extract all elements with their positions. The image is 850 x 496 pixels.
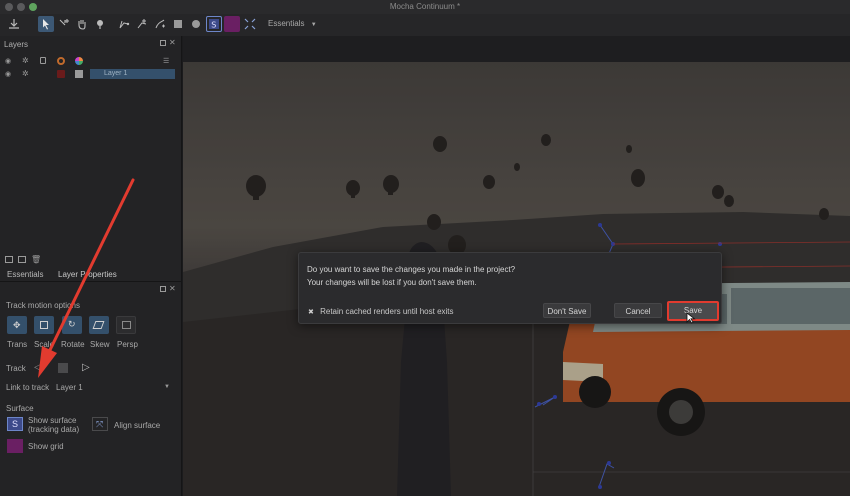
add-xspline-icon[interactable]: [134, 16, 150, 32]
workspace-select[interactable]: Essentials ▼: [268, 19, 317, 28]
align-surface-label: Align surface: [114, 421, 161, 430]
fit-view-icon[interactable]: [242, 16, 258, 32]
matte-icon[interactable]: [57, 57, 65, 65]
select-tool-icon[interactable]: [38, 16, 54, 32]
duplicate-icon[interactable]: [18, 256, 26, 263]
close-icon[interactable]: ✕: [169, 284, 176, 293]
eye-icon[interactable]: ◉: [5, 57, 13, 65]
panel-float-icon[interactable]: [160, 286, 166, 292]
surface-icon: S: [12, 419, 19, 429]
toolbar: S Essentials ▼: [0, 14, 850, 36]
rotate-icon: ↻: [68, 319, 76, 329]
gear-icon[interactable]: ✲: [22, 56, 30, 65]
link-track-select[interactable]: Layer 1 ▼: [54, 381, 172, 393]
create-bezier-icon[interactable]: [152, 16, 168, 32]
persp-icon: [122, 321, 131, 329]
show-grid-toggle[interactable]: [7, 439, 23, 453]
rotate-label: Rotate: [61, 340, 85, 349]
dialog-submessage: Your changes will be lost if you don't s…: [307, 278, 477, 287]
show-grid-label: Show grid: [28, 442, 64, 451]
tab-layer-properties[interactable]: Layer Properties: [58, 270, 117, 279]
show-surface-toggle[interactable]: S: [7, 417, 23, 431]
rectangle-tool-icon[interactable]: [170, 16, 186, 32]
layers-panel-header: Layers ✕: [0, 38, 182, 50]
create-xspline-icon[interactable]: [116, 16, 132, 32]
new-folder-icon[interactable]: [5, 256, 13, 263]
scale-toggle[interactable]: [34, 316, 54, 334]
track-forward-icon[interactable]: ▷: [82, 362, 90, 373]
chevron-down-icon: ▼: [164, 384, 170, 390]
panel-float-icon[interactable]: [160, 40, 166, 46]
rotate-toggle[interactable]: ↻: [62, 316, 82, 334]
surface-toggle-icon[interactable]: S: [206, 16, 222, 32]
link-track-value: Layer 1: [56, 383, 83, 392]
trash-icon[interactable]: 🗑: [31, 255, 41, 264]
persp-toggle[interactable]: [116, 316, 136, 334]
tab-essentials[interactable]: Essentials: [7, 270, 43, 279]
layer-row-1[interactable]: ◉ ✲ Layer 1: [0, 69, 182, 79]
layers-panel-title: Layers: [4, 40, 29, 49]
color-swatch[interactable]: [75, 70, 83, 78]
left-panel: Layers ✕ ◉ ✲ ☰ ◉ ✲ Layer 1 🗑 Essentials …: [0, 36, 182, 496]
properties-tabs: Essentials Layer Properties: [0, 268, 182, 282]
gear-icon[interactable]: ✲: [22, 69, 30, 78]
checkbox-x-icon: ✖: [308, 309, 314, 316]
layers-header-row: ◉ ✲ ☰: [0, 56, 182, 66]
zoom-tool-icon[interactable]: [92, 16, 108, 32]
save-changes-dialog: Do you want to save the changes you made…: [298, 252, 722, 324]
mouse-cursor-icon: [686, 312, 696, 324]
layer-name[interactable]: Layer 1: [90, 69, 175, 79]
title-bar: Mocha Continuum *: [0, 0, 850, 14]
trans-label: Trans: [7, 340, 28, 349]
matte-swatch[interactable]: [57, 70, 65, 78]
add-point-tool-icon[interactable]: [56, 16, 72, 32]
retain-cache-checkbox[interactable]: ✖ Retain cached renders until host exits: [308, 307, 454, 316]
eye-icon[interactable]: ◉: [5, 70, 13, 78]
track-backward-icon[interactable]: ◁: [34, 362, 42, 373]
app-window: Mocha Continuum * S Essentials ▼ Layers …: [0, 0, 850, 496]
link-to-track-label: Link to track: [6, 383, 50, 392]
skew-label: Skew: [90, 340, 110, 349]
persp-label: Persp: [117, 340, 138, 349]
color-icon[interactable]: [75, 57, 83, 65]
window-title: Mocha Continuum *: [389, 2, 461, 11]
dont-save-button[interactable]: Don't Save: [543, 303, 591, 318]
skew-icon: [92, 321, 105, 329]
show-surface-label: Show surface: [28, 416, 77, 425]
cancel-button[interactable]: Cancel: [614, 303, 662, 318]
align-surface-button[interactable]: ⤧: [92, 417, 108, 431]
scale-label: Scale: [34, 340, 55, 349]
retain-cache-label: Retain cached renders until host exits: [320, 307, 454, 316]
skew-toggle[interactable]: [89, 316, 109, 334]
export-icon[interactable]: [6, 16, 22, 32]
grid-toggle-icon[interactable]: [224, 16, 240, 32]
scale-icon: [40, 321, 48, 329]
show-surface-sublabel: (tracking data): [28, 425, 80, 434]
track-motion-heading: Track motion options: [6, 301, 80, 310]
hand-tool-icon[interactable]: [74, 16, 90, 32]
lock-icon[interactable]: [40, 57, 46, 64]
trans-icon: ✥: [13, 320, 21, 330]
trans-toggle[interactable]: ✥: [7, 316, 27, 334]
stop-track-icon[interactable]: [58, 363, 68, 373]
close-icon[interactable]: ✕: [169, 38, 176, 47]
align-icon: ⤧: [96, 419, 104, 429]
svg-text:S: S: [211, 21, 216, 30]
chevron-down-icon: ▼: [310, 22, 317, 28]
workspace-label: Essentials: [268, 19, 305, 28]
track-label: Track: [6, 364, 26, 373]
surface-heading: Surface: [6, 404, 34, 413]
layer-menu-icon[interactable]: ☰: [163, 57, 171, 65]
dialog-message: Do you want to save the changes you made…: [307, 265, 516, 274]
ellipse-tool-icon[interactable]: [188, 16, 204, 32]
viewer-toolbar: [183, 36, 850, 60]
